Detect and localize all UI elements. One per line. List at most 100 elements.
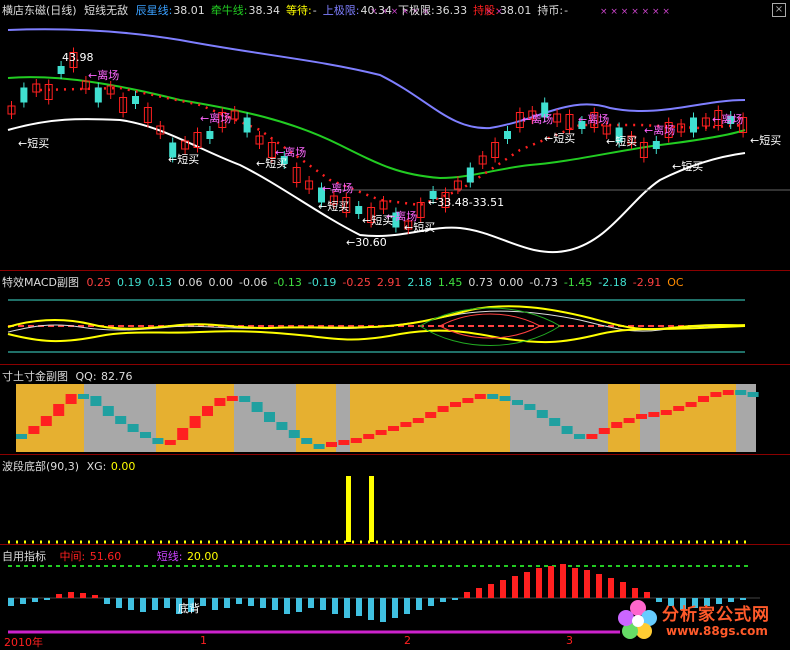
cuntu-step (375, 430, 387, 435)
histogram-bar (584, 570, 590, 598)
leave-signal: ←离场 (522, 113, 554, 126)
cuntu-step (499, 396, 511, 401)
histogram-bar (200, 598, 206, 606)
macd-scale-value: OC (667, 276, 684, 289)
histogram-bar (608, 578, 614, 598)
cuntu-step (412, 418, 424, 423)
header-item-value: - (564, 4, 569, 17)
cuntu-step (350, 438, 362, 443)
histogram-bar (116, 598, 122, 608)
histogram-bar (32, 598, 38, 602)
macd-scale-value: -0.25 (342, 276, 371, 289)
histogram-bar (524, 572, 530, 598)
histogram-bar (416, 598, 422, 610)
histogram-bar (572, 568, 578, 598)
histogram-bar (632, 588, 638, 598)
histogram-bar (536, 568, 542, 598)
macd-scale-value: 2.18 (407, 276, 432, 289)
svg-text:× × × × × × ×: × × × × × × × (600, 7, 670, 17)
leave-signal: ←离场 (88, 69, 120, 82)
histogram-bar (404, 598, 410, 614)
watermark-url: www.88gs.com (666, 624, 768, 638)
header-item-label: 持股: (473, 4, 499, 17)
cuntu-step (598, 428, 610, 434)
header-item-label: 辰星线: (135, 4, 173, 17)
cuntu-step (264, 412, 275, 422)
histogram-bar (296, 598, 302, 612)
header-item-label: 持币: (537, 4, 564, 17)
main-chart-pane[interactable]: × × × × × × × × × × × × × × × 横店东磁(日线) 短… (0, 0, 790, 258)
x-tick-label: 2010年 (4, 636, 43, 649)
cuntu-step (326, 442, 337, 447)
histogram-bar (596, 574, 602, 598)
cuntu-step (276, 422, 288, 430)
cuntu-step (660, 410, 672, 415)
buy-signal: ←短买 (256, 157, 288, 170)
cuntu-step (226, 396, 238, 401)
cuntu-step (65, 394, 77, 404)
macd-pane[interactable]: 特效MACD副图 0.25 0.19 0.13 0.06 0.00 -0.06 -0.13-… (0, 272, 790, 364)
mid-value: 51.60 (89, 550, 122, 563)
cuntu-step (189, 416, 201, 428)
cuntu-step (102, 406, 114, 416)
candlestick (20, 87, 28, 103)
custom-header: 自用指标 中间: 51.60 短线: 20.00 (2, 548, 222, 564)
macd-header: 特效MACD副图 0.25 0.19 0.13 0.06 0.00 -0.06 -0.13-… (2, 274, 694, 290)
pane-divider (0, 364, 790, 365)
cuntu-step (561, 426, 573, 434)
pane-divider (0, 454, 790, 455)
cuntu-step (636, 414, 647, 419)
candlestick (504, 131, 511, 139)
cuntu-step (40, 416, 52, 426)
histogram-bar (548, 566, 554, 598)
candlestick (652, 141, 660, 149)
cuntu-step (586, 434, 598, 439)
cuntu-step (462, 398, 474, 403)
cuntu-step (239, 396, 251, 402)
macd-scale-value: 0.00 (498, 276, 524, 289)
close-icon[interactable]: × (772, 3, 786, 17)
header-item-label: 下极限: (397, 4, 435, 17)
buy-signal: ←短买 (18, 137, 50, 150)
buy-signal: ←短买 (606, 135, 638, 148)
macd-scale-value: 0.73 (468, 276, 493, 289)
histogram-bar (392, 598, 398, 618)
histogram-bar (80, 593, 86, 598)
chenxing-line (7, 76, 746, 180)
histogram-bar (92, 595, 98, 598)
cuntu-step (28, 426, 40, 434)
candlestick (243, 117, 251, 133)
short-label: 短线: (156, 550, 183, 563)
histogram-bar (128, 598, 134, 610)
histogram-bar (332, 598, 338, 614)
xg-label: XG: (86, 460, 107, 473)
low-label: ←30.60 (346, 236, 387, 249)
header-item-label: 等待: (286, 4, 312, 17)
holding-dotted-line (39, 86, 746, 207)
cuntu-step (140, 432, 151, 438)
histogram-bar (260, 598, 266, 608)
histogram-bar (164, 598, 170, 608)
watermark-text: 分析家公式网 (662, 605, 770, 625)
histogram-bar (68, 592, 74, 598)
pane-divider (0, 270, 790, 271)
leave-signal: ←离场 (644, 124, 676, 137)
cuntu-step (425, 412, 437, 418)
histogram-bar (20, 598, 26, 604)
leave-signal: ←离场 (712, 113, 744, 126)
bodi-pane[interactable]: 波段底部(90,3) XG: 0.00 (0, 456, 790, 544)
cuntu-pane[interactable]: 寸土寸金副图 QQ: 82.76 (0, 366, 790, 454)
short-value: 20.00 (186, 550, 219, 563)
x-tick-label: 1 (200, 634, 207, 647)
cuntu-step (722, 390, 734, 395)
histogram-bar (104, 598, 110, 604)
cuntu-step (127, 424, 139, 432)
flower-logo-icon (618, 600, 657, 639)
x-tick-label: 3 (566, 634, 573, 647)
candlestick (57, 66, 65, 74)
macd-scale-value: -1.45 (563, 276, 593, 289)
cuntu-step (338, 440, 350, 445)
cuntu-step (536, 410, 548, 418)
cuntu-step (524, 404, 536, 410)
cuntu-step (437, 406, 449, 412)
